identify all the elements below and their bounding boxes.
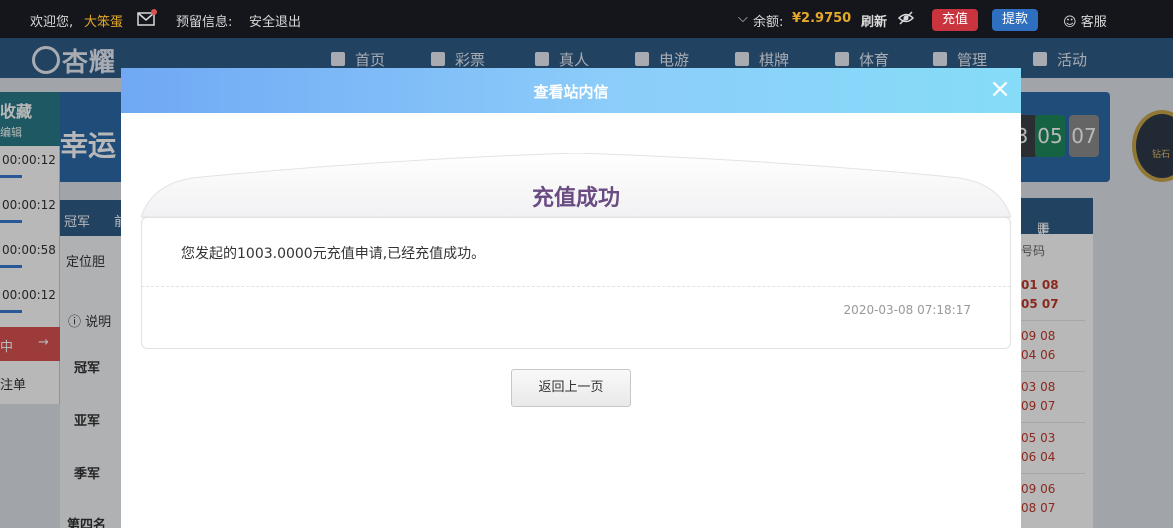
recharge-button[interactable]: 充值 xyxy=(932,9,979,31)
logout-link[interactable]: 安全退出 xyxy=(249,11,301,30)
modal-header: 查看站内信 × xyxy=(121,68,1021,113)
message-envelope: 充值成功 您发起的1003.0000元充值申请,已经充值成功。 2020-03-… xyxy=(141,153,1011,349)
mail-icon[interactable] xyxy=(137,9,157,31)
reserved-info-label: 预留信息: xyxy=(176,15,233,30)
top-bar: 欢迎您, 大笨蛋 预留信息: 安全退出 ⌵ 余额: ¥2.9750 刷新 充值 … xyxy=(0,0,1173,38)
eye-off-icon[interactable] xyxy=(897,10,915,30)
chat-icon: ☺ xyxy=(1063,15,1077,30)
message-body: 您发起的1003.0000元充值申请,已经充值成功。 xyxy=(181,246,486,262)
withdraw-button[interactable]: 提款 xyxy=(992,9,1039,31)
back-button[interactable]: 返回上一页 xyxy=(511,369,631,407)
balance-label: 余额: xyxy=(753,15,784,30)
service-label: 客服 xyxy=(1080,15,1107,30)
welcome-text: 欢迎您, xyxy=(30,15,74,30)
message-timestamp: 2020-03-08 07:18:17 xyxy=(843,303,971,317)
message-title: 充值成功 xyxy=(531,186,620,211)
service-link[interactable]: ☺ 客服 xyxy=(1063,11,1107,30)
message-card xyxy=(141,217,1011,349)
refresh-link[interactable]: 刷新 xyxy=(861,11,887,30)
chevron-down-icon[interactable]: ⌵ xyxy=(738,11,748,26)
balance-value: ¥2.9750 xyxy=(792,11,852,26)
username[interactable]: 大笨蛋 xyxy=(84,11,123,30)
modal-title: 查看站内信 xyxy=(533,83,609,101)
message-modal: 查看站内信 × 充值成功 您发起的1003.0000元充值申请,已经充值成功。 … xyxy=(121,68,1021,528)
close-icon[interactable]: × xyxy=(987,76,1013,102)
